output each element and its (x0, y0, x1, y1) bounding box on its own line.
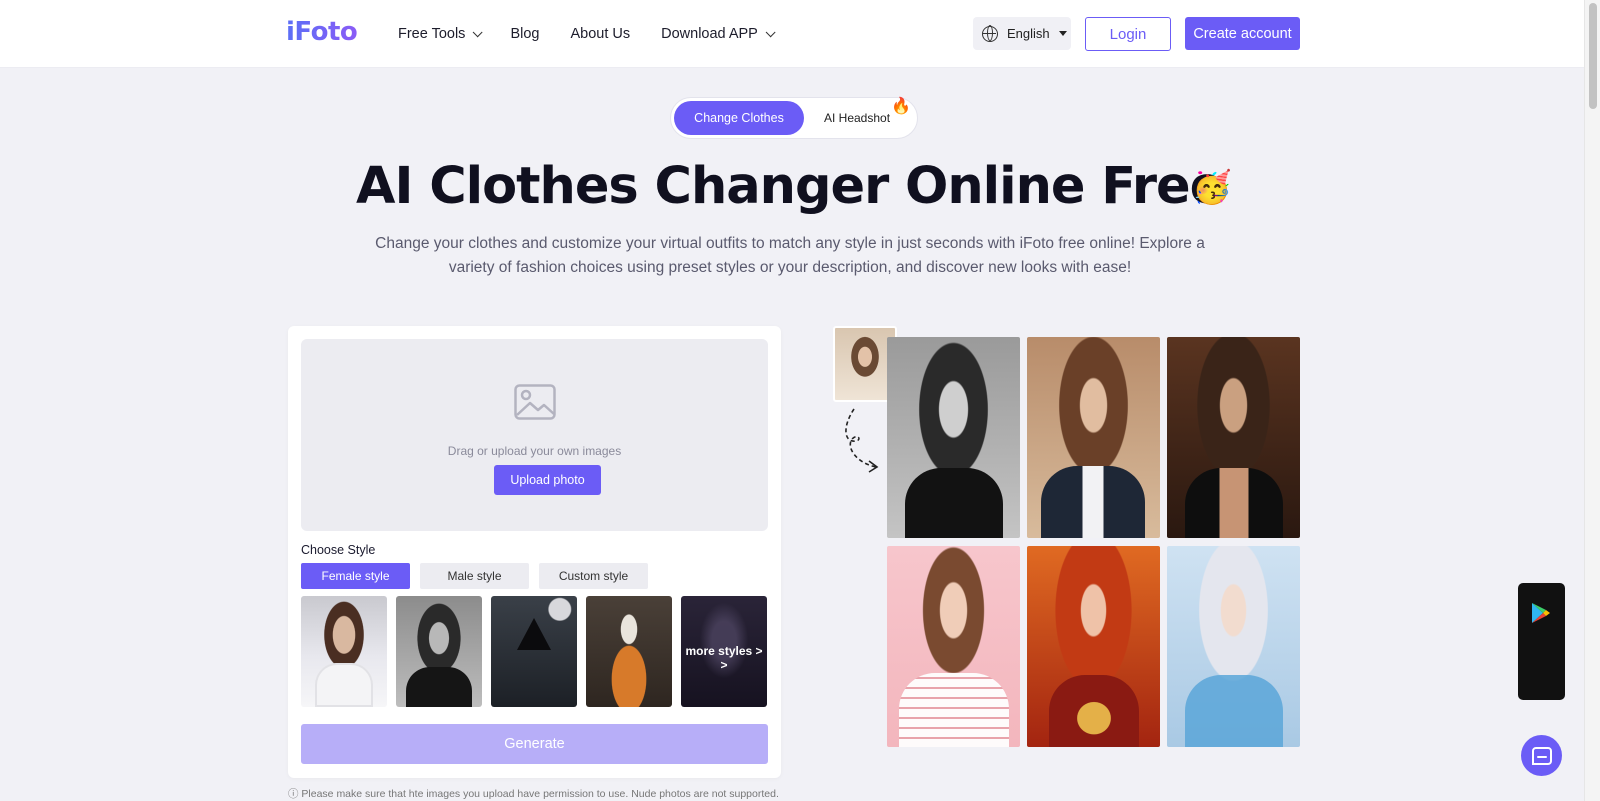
nav-download-label: Download APP (661, 26, 758, 42)
style-tabs: Female style Male style Custom style (301, 563, 648, 589)
generate-button[interactable]: Generate (301, 724, 768, 764)
tab-ai-headshot-label: AI Headshot (824, 111, 891, 125)
upload-photo-button[interactable]: Upload photo (494, 465, 601, 495)
result-image-phoenix (1027, 546, 1160, 747)
result-image-pink-plaid (887, 546, 1020, 747)
tab-ai-headshot[interactable]: AI Headshot 🔥 (824, 98, 911, 125)
choose-style-label: Choose Style (301, 543, 376, 557)
image-dropzone[interactable]: Drag or upload your own images Upload ph… (301, 339, 768, 531)
more-styles-thumbnail[interactable]: more styles > > (681, 596, 767, 707)
style-thumbnails: more styles > > (301, 596, 767, 707)
nav-about-us[interactable]: About Us (570, 26, 630, 42)
style-thumbnail-monochrome[interactable] (396, 596, 482, 707)
nav-free-tools-label: Free Tools (398, 26, 466, 42)
site-header: iFoto Free Tools Blog About Us Download … (0, 0, 1584, 68)
result-image-black-turtleneck (887, 337, 1020, 538)
chat-icon (1531, 746, 1552, 765)
nav-blog[interactable]: Blog (510, 26, 539, 42)
upload-disclaimer: ⓘ Please make sure that hte images you u… (288, 788, 779, 800)
login-button[interactable]: Login (1085, 17, 1171, 51)
create-account-button[interactable]: Create account (1185, 17, 1300, 50)
style-thumbnail-business[interactable] (301, 596, 387, 707)
globe-icon (982, 25, 998, 42)
result-image-ice-princess (1167, 546, 1300, 747)
party-face-emoji: 🥳 (1192, 169, 1232, 205)
result-image-business-suit (1027, 337, 1160, 538)
tab-female-style[interactable]: Female style (301, 563, 410, 589)
nav-free-tools[interactable]: Free Tools (398, 26, 484, 42)
page-title: AI Clothes Changer Online Free (356, 157, 1224, 216)
style-thumbnail-witch[interactable] (491, 596, 577, 707)
nav-download-app[interactable]: Download APP (661, 26, 776, 42)
main-nav: Free Tools Blog About Us Download APP (398, 0, 803, 68)
chat-support-button[interactable] (1521, 735, 1562, 776)
app-download-float (1518, 583, 1565, 700)
dropzone-hint: Drag or upload your own images (447, 444, 622, 458)
caret-down-icon (1058, 31, 1067, 36)
tab-custom-style[interactable]: Custom style (539, 563, 648, 589)
google-play-icon[interactable] (1531, 602, 1551, 624)
logo[interactable]: iFoto (286, 17, 358, 47)
image-icon (514, 384, 556, 420)
feature-tabs: Change Clothes AI Headshot 🔥 (670, 97, 918, 139)
tab-change-clothes[interactable]: Change Clothes (674, 101, 804, 135)
dashed-arrow-icon (845, 408, 879, 473)
fire-icon: 🔥 (891, 98, 911, 115)
nav-about-label: About Us (570, 26, 631, 42)
language-selector[interactable]: English (973, 17, 1071, 50)
scrollbar-thumb[interactable] (1589, 3, 1597, 109)
tab-male-style[interactable]: Male style (420, 563, 529, 589)
page-subtitle: Change your clothes and customize your v… (375, 235, 1205, 276)
chevron-down-icon (473, 26, 484, 37)
nav-blog-label: Blog (510, 26, 540, 42)
page-scrollbar[interactable] (1584, 0, 1600, 801)
upload-card: Drag or upload your own images Upload ph… (288, 326, 781, 778)
language-label: English (1007, 26, 1050, 41)
more-styles-label: more styles > > (685, 644, 763, 672)
style-thumbnail-clown[interactable] (586, 596, 672, 707)
result-image-halter-dress (1167, 337, 1300, 538)
chevron-down-icon (765, 26, 776, 37)
